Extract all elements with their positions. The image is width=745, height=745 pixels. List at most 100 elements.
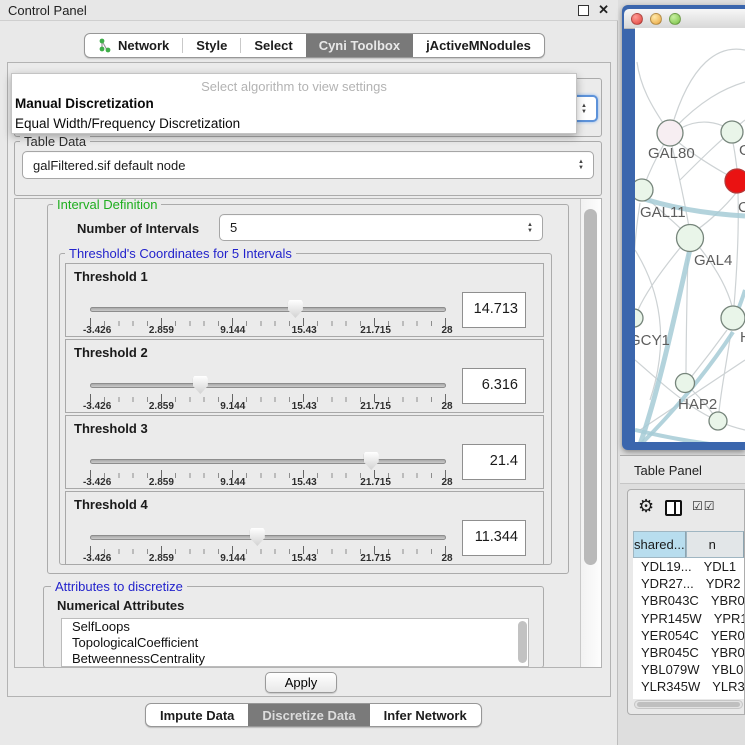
slider-tick-labels: -3.426 2.859 9.144 15.43 21.715 28 — [90, 553, 447, 565]
gear-icon[interactable]: ⚙ — [638, 496, 654, 517]
slider-track[interactable] — [90, 307, 446, 312]
tab-discretize-data[interactable]: Discretize Data — [248, 704, 369, 726]
thresholds-group-title: Threshold's Coordinates for 5 Intervals — [65, 246, 296, 261]
control-panel-title: Control Panel — [8, 3, 87, 18]
tab-select[interactable]: Select — [241, 34, 305, 57]
number-of-intervals-label: Number of Intervals — [77, 221, 199, 236]
table-row[interactable]: YBL079WYBL0 — [633, 661, 744, 678]
slider-thumb[interactable] — [364, 452, 379, 470]
dropdown-hint: Select algorithm to view settings — [12, 74, 576, 94]
tab-network[interactable]: Network — [85, 34, 182, 57]
threshold-2-slider[interactable]: -3.426 2.859 9.144 15.43 21.715 28 — [90, 374, 446, 412]
horizontal-scrollbar-thumb[interactable] — [637, 702, 740, 707]
network-window-titlebar[interactable] — [624, 9, 745, 29]
column-header-name[interactable]: n — [686, 531, 744, 558]
settings-scrollpane: Interval Definition Number of Intervals … — [14, 198, 602, 668]
threshold-1-panel: Threshold 1 -3.426 2.859 9.144 15.43 21.… — [65, 263, 544, 337]
node-selected-red[interactable] — [725, 169, 745, 193]
network-graph: GAL80 G C GAL11 GAL4 GCY1 H HAP2 — [635, 28, 745, 442]
list-item-betweennesscentrality[interactable]: BetweennessCentrality — [62, 651, 528, 667]
slider-track[interactable] — [90, 383, 446, 388]
tab-cyni-toolbox-label: Cyni Toolbox — [319, 38, 400, 53]
checkbox-columns-icon[interactable]: ☑☑ — [692, 499, 716, 513]
close-traffic-light-icon[interactable] — [631, 13, 643, 25]
threshold-4-value-field[interactable]: 11.344 — [462, 520, 526, 556]
node-gal11[interactable] — [635, 179, 653, 201]
control-panel-window: Control Panel ✕ Network Style Select Cyn… — [0, 0, 618, 745]
table-row[interactable]: YBR043CYBR0 — [633, 592, 744, 609]
network-canvas[interactable]: GAL80 G C GAL11 GAL4 GCY1 H HAP2 — [635, 28, 745, 442]
number-of-intervals-spinner[interactable]: 5 ▲▼ — [219, 214, 543, 241]
slider-tick-labels: -3.426 2.859 9.144 15.43 21.715 28 — [90, 477, 447, 489]
table-data-combobox-value: galFiltered.sif default node — [23, 158, 578, 173]
tab-cyni-toolbox[interactable]: Cyni Toolbox — [306, 34, 413, 57]
tab-infer-network-label: Infer Network — [384, 708, 467, 723]
tab-style[interactable]: Style — [183, 34, 240, 57]
horizontal-scrollbar[interactable] — [634, 700, 743, 709]
algorithm-dropdown-popup: Select algorithm to view settings Manual… — [11, 73, 577, 134]
table-row[interactable]: YIL052CYIL0 — [633, 696, 744, 700]
list-item-topologicalcoefficient[interactable]: TopologicalCoefficient — [62, 635, 528, 651]
node-label-gal80: GAL80 — [648, 145, 695, 162]
slider-thumb[interactable] — [193, 376, 208, 394]
control-panel-titlebar: Control Panel ✕ — [0, 0, 618, 21]
list-scrollbar[interactable] — [518, 621, 527, 663]
list-item-selfloops[interactable]: SelfLoops — [62, 619, 528, 635]
table-row[interactable]: YDR27...YDR2 — [633, 575, 744, 592]
float-window-icon[interactable] — [578, 5, 589, 16]
network-icon — [98, 38, 112, 53]
table-data-combobox[interactable]: galFiltered.sif default node ▲▼ — [22, 151, 594, 179]
threshold-3-label: Threshold 3 — [74, 421, 148, 436]
network-view-window: GAL80 G C GAL11 GAL4 GCY1 H HAP2 — [622, 5, 745, 450]
node-gcy1[interactable] — [635, 309, 643, 327]
numerical-attributes-list[interactable]: SelfLoops TopologicalCoefficient Between… — [61, 618, 529, 667]
threshold-3-panel: Threshold 3 -3.426 2.859 9.144 15.43 21.… — [65, 415, 544, 489]
zoom-traffic-light-icon[interactable] — [669, 13, 681, 25]
tab-impute-data-label: Impute Data — [160, 708, 234, 723]
table-row[interactable]: YBR045CYBR0 — [633, 644, 744, 661]
threshold-3-value-field[interactable]: 21.4 — [462, 444, 526, 480]
close-icon[interactable]: ✕ — [598, 2, 609, 18]
table-row[interactable]: YDL19...YDL1 — [633, 558, 744, 575]
tab-impute-data[interactable]: Impute Data — [146, 704, 248, 726]
node-top-right[interactable] — [721, 121, 743, 143]
table-panel-titlebar: Table Panel — [620, 455, 745, 484]
threshold-3-slider[interactable]: -3.426 2.859 9.144 15.43 21.715 28 — [90, 450, 446, 488]
panel-scrollbar[interactable] — [580, 199, 601, 667]
dropdown-item-manual-discretization[interactable]: Manual Discretization — [12, 94, 576, 114]
split-columns-icon[interactable] — [665, 500, 682, 516]
dropdown-item-equal-width-frequency[interactable]: Equal Width/Frequency Discretization — [12, 114, 576, 134]
threshold-1-slider[interactable]: -3.426 2.859 9.144 15.43 21.715 28 — [90, 298, 446, 336]
tab-jactivemnodules[interactable]: jActiveMNodules — [413, 34, 544, 57]
numerical-attributes-label: Numerical Attributes — [57, 598, 184, 613]
node-gal4[interactable] — [677, 225, 704, 252]
threshold-1-value-field[interactable]: 14.713 — [462, 292, 526, 328]
table-row[interactable]: YER054CYER0 — [633, 627, 744, 644]
tab-infer-network[interactable]: Infer Network — [370, 704, 481, 726]
top-tab-bar: Network Style Select Cyni Toolbox jActiv… — [84, 33, 545, 58]
slider-thumb[interactable] — [288, 300, 303, 318]
table-data-group-title: Table Data — [20, 134, 90, 149]
apply-button[interactable]: Apply — [265, 672, 337, 693]
slider-track[interactable] — [90, 459, 446, 464]
interval-definition-group-title: Interval Definition — [53, 198, 161, 212]
threshold-2-value-field[interactable]: 6.316 — [462, 368, 526, 404]
table-row[interactable]: YLR345WYLR3 — [633, 678, 744, 695]
minimize-traffic-light-icon[interactable] — [650, 13, 662, 25]
number-of-intervals-value: 5 — [220, 220, 527, 235]
node-label-gal11: GAL11 — [640, 204, 686, 221]
table-row[interactable]: YPR145WYPR1 — [633, 610, 744, 627]
panel-scrollbar-thumb[interactable] — [584, 209, 597, 565]
table-rows: YDL19...YDL1 YDR27...YDR2 YBR043CYBR0 YP… — [633, 558, 744, 699]
table-panel: ⚙ ☑☑ shared... n YDL19...YDL1 YDR27...YD… — [627, 489, 745, 715]
node-h[interactable] — [721, 306, 745, 330]
tab-discretize-data-label: Discretize Data — [262, 708, 355, 723]
node-hap2[interactable] — [676, 374, 695, 393]
slider-thumb[interactable] — [250, 528, 265, 546]
column-header-shared-name[interactable]: shared... — [633, 531, 686, 558]
threshold-4-panel: Threshold 4 -3.426 2.859 9.144 15.43 21.… — [65, 491, 544, 565]
node-bottom[interactable] — [709, 412, 727, 430]
threshold-4-slider[interactable]: -3.426 2.859 9.144 15.43 21.715 28 — [90, 526, 446, 564]
slider-track[interactable] — [90, 535, 446, 540]
node-gal80[interactable] — [657, 120, 683, 146]
